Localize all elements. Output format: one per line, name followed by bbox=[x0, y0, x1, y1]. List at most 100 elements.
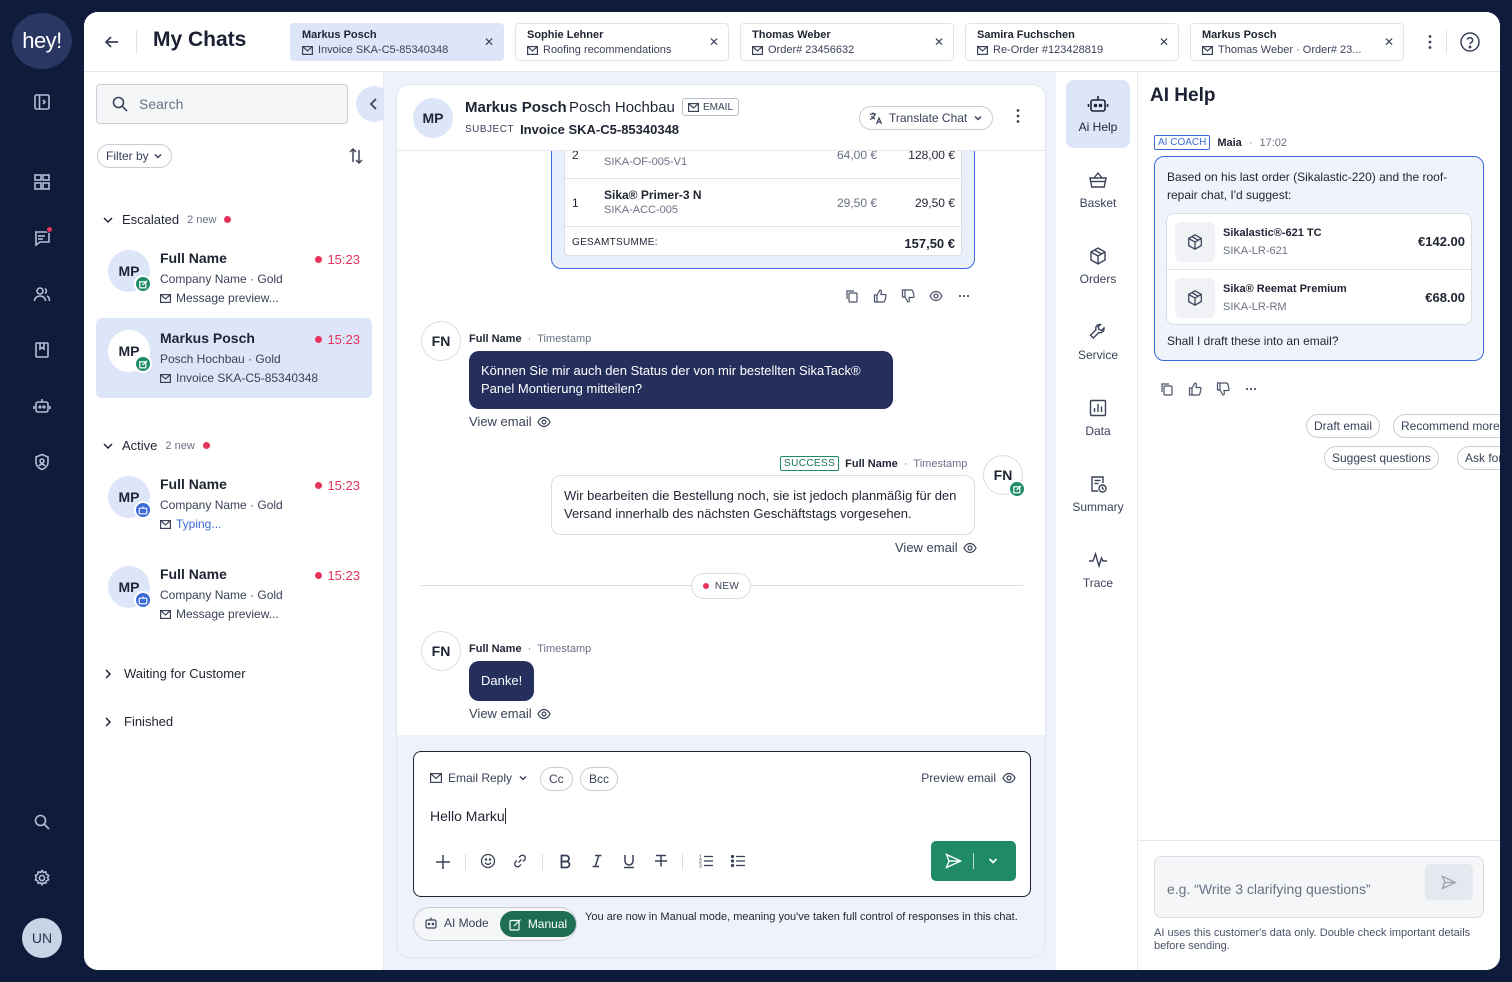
add-icon[interactable] bbox=[434, 853, 452, 871]
italic-icon[interactable] bbox=[589, 853, 605, 869]
more-options-icon[interactable] bbox=[1009, 107, 1027, 125]
chat-tab[interactable]: Thomas Weber Order# 23456632 ✕ bbox=[740, 23, 954, 61]
tool-data[interactable]: Data bbox=[1066, 384, 1130, 452]
more-icon[interactable] bbox=[1244, 382, 1258, 396]
cc-button[interactable]: Cc bbox=[540, 767, 573, 791]
eye-icon bbox=[536, 708, 551, 719]
ai-mode-option[interactable]: AI Mode bbox=[424, 916, 489, 930]
view-email-link[interactable]: View email bbox=[895, 540, 977, 555]
security-icon[interactable] bbox=[28, 448, 56, 476]
emoji-icon[interactable] bbox=[480, 853, 496, 869]
view-email-link[interactable]: View email bbox=[469, 414, 551, 429]
chat-tab[interactable]: Markus Posch Thomas Weber · Order# 23...… bbox=[1190, 23, 1404, 61]
thumbs-up-icon[interactable] bbox=[873, 289, 887, 303]
chat-list-item[interactable]: MP Full Name 15:23 Company Name · Gold M… bbox=[96, 554, 372, 634]
subject-line: SUBJECT Invoice SKA-C5-85340348 bbox=[465, 122, 680, 137]
close-icon[interactable]: ✕ bbox=[934, 35, 944, 49]
tool-basket[interactable]: Basket bbox=[1066, 156, 1130, 224]
chip-recommend-products[interactable]: Recommend more products bbox=[1393, 414, 1500, 438]
bot-icon[interactable] bbox=[28, 392, 56, 420]
group-escalated[interactable]: Escalated 2 new bbox=[102, 212, 232, 227]
tab-name: Samira Fuchschen bbox=[977, 29, 1075, 41]
link-icon[interactable] bbox=[512, 853, 528, 869]
send-button[interactable] bbox=[931, 841, 1016, 881]
knowledge-icon[interactable] bbox=[28, 336, 56, 364]
close-icon[interactable]: ✕ bbox=[1159, 35, 1169, 49]
thumbs-up-icon[interactable] bbox=[1188, 382, 1202, 396]
chats-icon[interactable] bbox=[28, 224, 56, 252]
reply-type-dropdown[interactable]: Email Reply bbox=[430, 771, 528, 785]
bullet-list-icon[interactable] bbox=[730, 853, 746, 869]
app-logo[interactable]: hey! bbox=[12, 13, 72, 69]
tab-subtitle: Thomas Weber · Order# 23... bbox=[1202, 44, 1361, 56]
contact-name: Full Name bbox=[160, 566, 227, 582]
more-tabs-icon[interactable] bbox=[1421, 33, 1439, 51]
group-waiting[interactable]: Waiting for Customer bbox=[102, 666, 246, 681]
chip-draft-email[interactable]: Draft email bbox=[1306, 414, 1381, 438]
product-item[interactable]: Sika® Reemat Premium SIKA-LR-RM €68.00 bbox=[1167, 270, 1473, 326]
group-label: Finished bbox=[124, 714, 174, 729]
back-arrow-icon[interactable] bbox=[102, 32, 122, 52]
gear-icon[interactable] bbox=[28, 864, 56, 892]
strikethrough-icon[interactable] bbox=[653, 853, 669, 869]
filter-dropdown[interactable]: Filter by bbox=[97, 144, 172, 168]
contact-name: Full Name bbox=[160, 476, 227, 492]
send-icon bbox=[1441, 874, 1457, 890]
sidebar-toggle-icon[interactable] bbox=[28, 88, 56, 116]
translate-chat-button[interactable]: Translate Chat bbox=[859, 106, 994, 130]
help-icon[interactable] bbox=[1459, 31, 1481, 53]
bcc-button[interactable]: Bcc bbox=[580, 767, 619, 791]
chip-suggest-questions[interactable]: Suggest questions bbox=[1324, 446, 1439, 470]
tool-service[interactable]: Service bbox=[1066, 308, 1130, 376]
user-avatar[interactable]: UN bbox=[22, 918, 62, 958]
search-icon bbox=[112, 96, 128, 112]
search-input[interactable]: Search bbox=[96, 84, 348, 124]
group-active[interactable]: Active 2 new bbox=[102, 438, 210, 453]
chat-list-item[interactable]: MP Full Name 15:23 Company Name · Gold T… bbox=[96, 464, 372, 544]
sort-icon[interactable] bbox=[346, 146, 366, 166]
thumbs-down-icon[interactable] bbox=[901, 289, 915, 303]
manual-mode-icon bbox=[134, 275, 152, 293]
mail-icon bbox=[527, 45, 538, 55]
eye-icon[interactable] bbox=[929, 289, 943, 303]
chat-tab[interactable]: Sophie Lehner Roofing recommendations ✕ bbox=[515, 23, 729, 61]
dashboard-icon[interactable] bbox=[28, 168, 56, 196]
tool-trace[interactable]: Trace bbox=[1066, 536, 1130, 604]
robot-icon bbox=[1087, 96, 1109, 112]
chat-tab[interactable]: Samira Fuchschen Re-Order #123428819 ✕ bbox=[965, 23, 1179, 61]
group-count: 2 new bbox=[165, 439, 195, 452]
close-icon[interactable]: ✕ bbox=[1384, 35, 1394, 49]
chat-tab[interactable]: Markus Posch Invoice SKA-C5-85340348 ✕ bbox=[290, 23, 504, 61]
preview-email-button[interactable]: Preview email bbox=[921, 771, 1016, 785]
close-icon[interactable]: ✕ bbox=[484, 35, 494, 49]
company-name: Posch Hochbau bbox=[569, 99, 675, 116]
group-finished[interactable]: Finished bbox=[102, 714, 173, 729]
manual-mode-option[interactable]: Manual bbox=[500, 911, 576, 937]
product-item[interactable]: Sikalastic®-621 TC SIKA-LR-621 €142.00 bbox=[1167, 214, 1473, 270]
tool-orders[interactable]: Orders bbox=[1066, 232, 1130, 300]
tool-ai-help[interactable]: Ai Help bbox=[1066, 80, 1130, 148]
mail-icon bbox=[302, 45, 313, 55]
numbered-list-icon[interactable]: 123 bbox=[698, 853, 714, 869]
thumbs-down-icon[interactable] bbox=[1216, 382, 1230, 396]
reply-composer[interactable]: Email Reply Cc Bcc Preview email Hello M… bbox=[413, 751, 1031, 897]
underline-icon[interactable] bbox=[621, 853, 637, 869]
draft-text-input[interactable]: Hello Marku bbox=[430, 808, 506, 824]
ai-prompt-input[interactable]: e.g. “Write 3 clarifying questions” bbox=[1154, 856, 1484, 918]
chat-list-item-selected[interactable]: MP Markus Posch 15:23 Posch Hochbau · Go… bbox=[96, 318, 372, 398]
chip-ask-budget[interactable]: Ask for a budget bbox=[1457, 446, 1500, 470]
chevron-down-icon[interactable] bbox=[987, 855, 999, 867]
close-icon[interactable]: ✕ bbox=[709, 35, 719, 49]
more-icon[interactable] bbox=[957, 289, 971, 303]
contacts-icon[interactable] bbox=[28, 280, 56, 308]
ai-send-button[interactable] bbox=[1425, 864, 1473, 900]
chat-list-item[interactable]: MP Full Name 15:23 Company Name · Gold M… bbox=[96, 238, 372, 318]
mode-toggle[interactable]: AI Mode Manual bbox=[413, 907, 577, 941]
tab-name: Thomas Weber bbox=[752, 29, 831, 41]
search-icon[interactable] bbox=[28, 808, 56, 836]
copy-icon[interactable] bbox=[845, 289, 859, 303]
bold-icon[interactable] bbox=[557, 853, 573, 869]
view-email-link[interactable]: View email bbox=[469, 706, 551, 721]
tool-summary[interactable]: Summary bbox=[1066, 460, 1130, 528]
copy-icon[interactable] bbox=[1160, 382, 1174, 396]
